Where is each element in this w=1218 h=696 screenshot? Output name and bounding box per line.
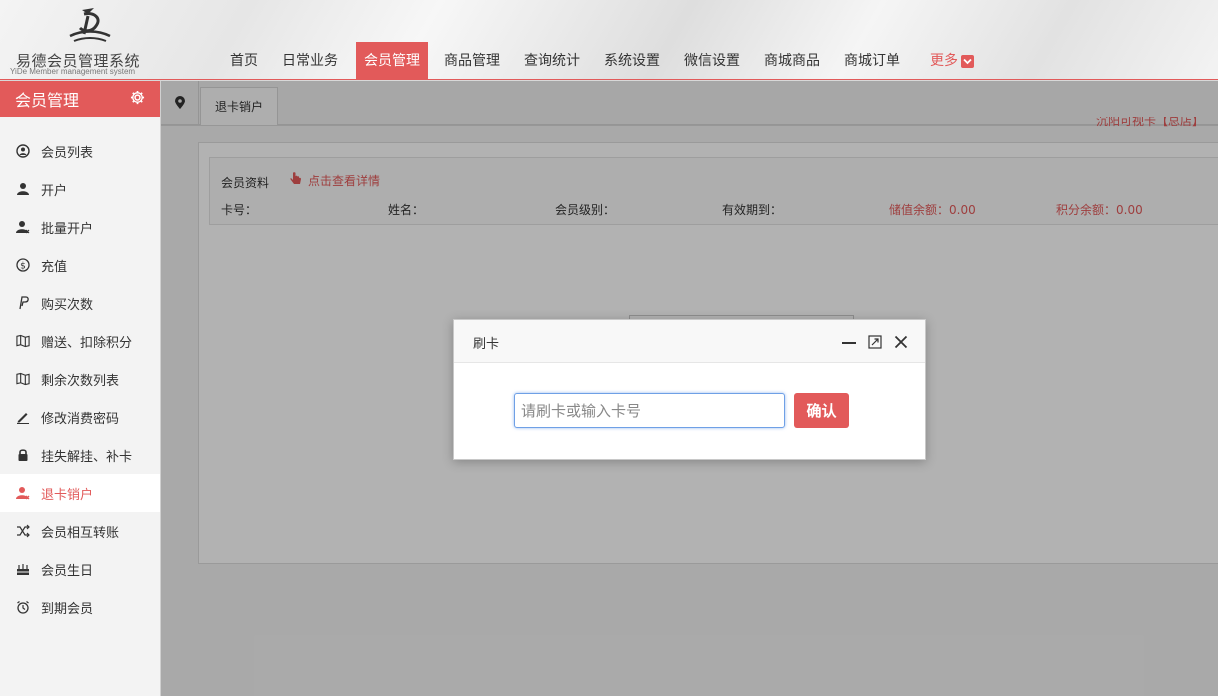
user-icon: [16, 182, 30, 196]
sidebar-item-label: 会员相互转账: [41, 525, 120, 541]
svg-text:$: $: [20, 262, 26, 272]
sidebar-title: 会员管理: [15, 91, 80, 110]
sidebar-item-open-account[interactable]: 开户: [0, 170, 160, 208]
nav-mall-products[interactable]: 商城商品: [752, 42, 832, 80]
confirm-button[interactable]: 确认: [794, 393, 849, 428]
sidebar-item-change-password[interactable]: 修改消费密码: [0, 398, 160, 436]
sidebar-header: 会员管理: [0, 81, 160, 117]
dialog-tools: [841, 334, 909, 350]
close-icon[interactable]: [893, 334, 909, 350]
sidebar-item-batch-open[interactable]: 批量开户: [0, 208, 160, 246]
sidebar-item-label: 会员列表: [41, 145, 94, 161]
sidebar-item-label: 批量开户: [41, 221, 94, 237]
sidebar-menu: 会员列表 开户 批量开户 $ 充值 购买次数 赠送、扣除积分 剩余次数列表 修改: [0, 132, 160, 626]
nav-more[interactable]: 更多: [918, 42, 986, 80]
nav-wechat-settings[interactable]: 微信设置: [672, 42, 752, 80]
dialog-body: 确认: [454, 363, 925, 459]
coin-icon: $: [16, 258, 30, 272]
lock-icon: [16, 448, 30, 462]
logo-subtitle: YiDe Member management system: [10, 67, 136, 76]
sidebar-item-label: 修改消费密码: [41, 411, 120, 427]
logo-mark-icon: [69, 8, 111, 42]
nav-more-label: 更多: [930, 53, 958, 69]
top-header: 易德会员管理系统 YiDe Member management system 首…: [0, 0, 1218, 80]
sidebar-item-label: 退卡销户: [41, 487, 94, 503]
sidebar-item-label: 购买次数: [41, 297, 94, 313]
sidebar-item-label: 充值: [41, 259, 68, 275]
sidebar-item-cancel-card[interactable]: 退卡销户: [0, 474, 160, 512]
sidebar-item-label: 挂失解挂、补卡: [41, 449, 133, 465]
alarm-clock-icon: [16, 600, 30, 614]
pencil-icon: [16, 410, 30, 424]
chevron-down-icon: [961, 54, 974, 68]
sidebar-item-label: 开户: [41, 183, 68, 199]
sidebar-item-transfer[interactable]: 会员相互转账: [0, 512, 160, 550]
map-icon: [16, 334, 30, 348]
sidebar-item-member-list[interactable]: 会员列表: [0, 132, 160, 170]
sidebar-item-points[interactable]: 赠送、扣除积分: [0, 322, 160, 360]
sidebar: 会员管理 会员列表 开户 批量开户 $ 充值 购买次数 赠送、扣除积分 剩余次数…: [0, 81, 161, 696]
sidebar-item-label: 赠送、扣除积分: [41, 335, 133, 351]
user-remove-icon: [16, 486, 30, 500]
minimize-icon[interactable]: [841, 334, 857, 350]
nav-product-management[interactable]: 商品管理: [432, 42, 512, 80]
nav-system-settings[interactable]: 系统设置: [592, 42, 672, 80]
sidebar-item-lost-card[interactable]: 挂失解挂、补卡: [0, 436, 160, 474]
swipe-card-dialog: 刷卡 确认: [453, 319, 926, 460]
card-number-input[interactable]: [514, 393, 785, 428]
sidebar-item-label: 会员生日: [41, 563, 94, 579]
paypal-icon: [16, 296, 30, 310]
gear-icon[interactable]: [130, 90, 145, 109]
sidebar-item-recharge[interactable]: $ 充值: [0, 246, 160, 284]
main-nav: 首页 日常业务 会员管理 商品管理 查询统计 系统设置 微信设置 商城商品 商城…: [218, 42, 986, 80]
sidebar-item-label: 到期会员: [41, 601, 94, 617]
sidebar-item-birthday[interactable]: 会员生日: [0, 550, 160, 588]
nav-daily-business[interactable]: 日常业务: [270, 42, 350, 80]
maximize-icon[interactable]: [867, 334, 883, 350]
user-multiple-icon: [16, 220, 30, 234]
sidebar-item-buy-times[interactable]: 购买次数: [0, 284, 160, 322]
nav-mall-orders[interactable]: 商城订单: [832, 42, 912, 80]
nav-query-statistics[interactable]: 查询统计: [512, 42, 592, 80]
nav-home[interactable]: 首页: [218, 42, 270, 80]
shuffle-icon: [16, 524, 30, 538]
logo[interactable]: 易德会员管理系统 YiDe Member management system: [8, 4, 158, 76]
dialog-header: 刷卡: [454, 320, 925, 363]
nav-member-management[interactable]: 会员管理: [356, 42, 428, 80]
sidebar-item-remaining-times[interactable]: 剩余次数列表: [0, 360, 160, 398]
sidebar-item-label: 剩余次数列表: [41, 373, 120, 389]
map-icon: [16, 372, 30, 386]
sidebar-item-expiring[interactable]: 到期会员: [0, 588, 160, 626]
cake-icon: [16, 562, 30, 576]
user-circle-icon: [16, 144, 30, 158]
dialog-title: 刷卡: [473, 337, 500, 352]
